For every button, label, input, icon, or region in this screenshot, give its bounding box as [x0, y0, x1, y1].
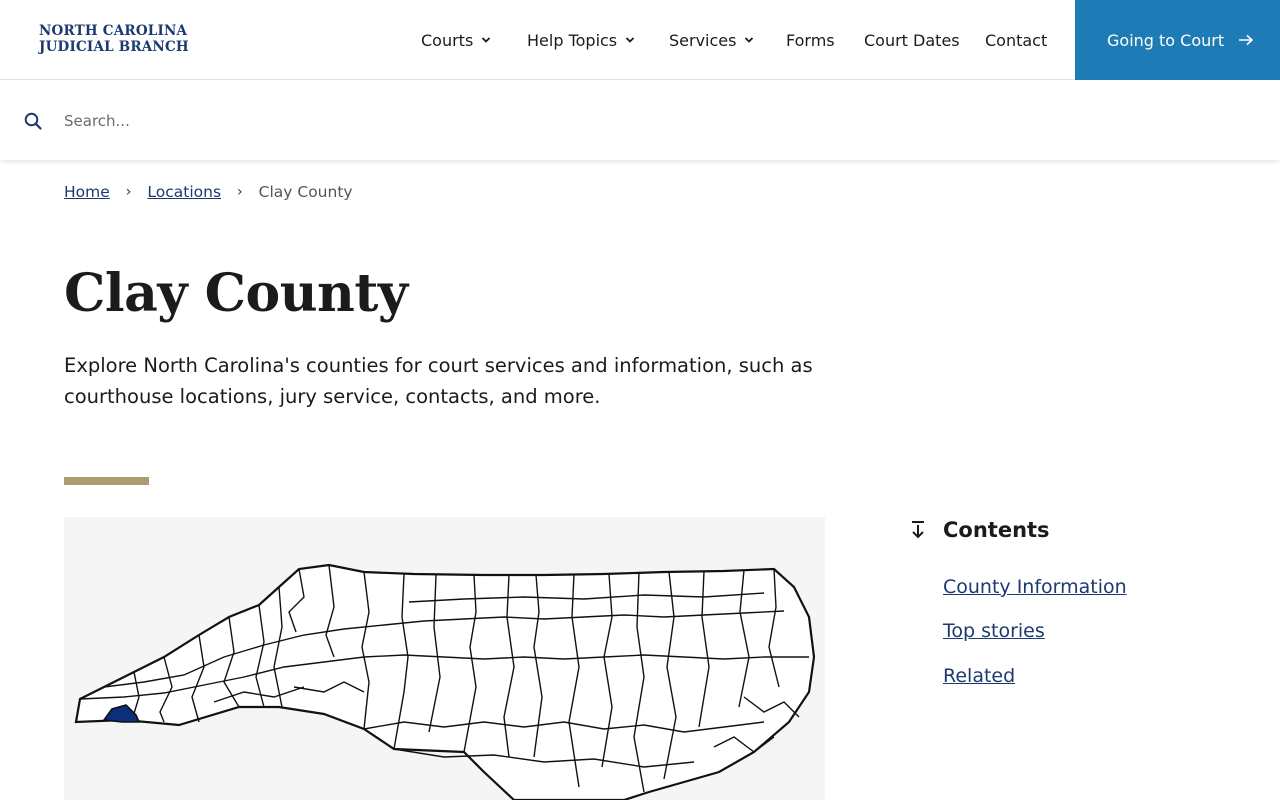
nav-services-label: Services — [669, 30, 737, 50]
page-intro: Explore North Carolina's counties for co… — [64, 354, 813, 408]
chevron-down-icon — [745, 37, 754, 43]
breadcrumb: Home › Locations › Clay County — [64, 183, 353, 201]
going-to-court-label: Going to Court — [1107, 30, 1225, 50]
nav-forms[interactable]: Forms — [786, 0, 835, 80]
going-to-court-button[interactable]: Going to Court — [1075, 0, 1280, 80]
page-title: Clay County — [64, 263, 408, 324]
logo-line-2: JUDICIAL BRANCH — [39, 38, 189, 55]
nav-help-topics[interactable]: Help Topics — [527, 0, 635, 80]
breadcrumb-locations[interactable]: Locations — [147, 183, 221, 201]
logo-line-1: NORTH CAROLINA — [39, 23, 188, 39]
county-map — [64, 517, 825, 800]
breadcrumb-current: Clay County — [258, 183, 353, 201]
nav-services[interactable]: Services — [669, 0, 754, 80]
search-input[interactable] — [64, 107, 664, 135]
toc-link-top-stories[interactable]: Top stories — [943, 620, 1045, 642]
breadcrumb-separator: › — [237, 184, 243, 200]
nav-court-dates[interactable]: Court Dates — [864, 0, 960, 80]
toc-link-related[interactable]: Related — [943, 665, 1015, 687]
chevron-down-icon — [626, 37, 635, 43]
nav-help-topics-label: Help Topics — [527, 30, 618, 50]
toc-link-county-information[interactable]: County Information — [943, 576, 1127, 598]
accent-divider — [64, 477, 149, 485]
contents-heading: Contents — [909, 518, 1050, 542]
nav-courts[interactable]: Courts — [421, 0, 491, 80]
search-bar — [0, 81, 1280, 160]
arrow-right-icon — [1239, 34, 1254, 46]
site-logo[interactable]: NORTH CAROLINA JUDICIAL BRANCH — [39, 23, 189, 55]
breadcrumb-home[interactable]: Home — [64, 183, 110, 201]
arrow-down-icon — [912, 521, 924, 539]
chevron-down-icon — [482, 37, 491, 43]
nav-contact[interactable]: Contact — [985, 0, 1047, 80]
contents-heading-label: Contents — [943, 518, 1050, 542]
site-header: NORTH CAROLINA JUDICIAL BRANCH Courts He… — [0, 0, 1280, 80]
search-icon[interactable] — [24, 112, 42, 130]
breadcrumb-separator: › — [125, 184, 132, 200]
nav-courts-label: Courts — [421, 30, 474, 50]
north-carolina-map — [74, 563, 816, 800]
